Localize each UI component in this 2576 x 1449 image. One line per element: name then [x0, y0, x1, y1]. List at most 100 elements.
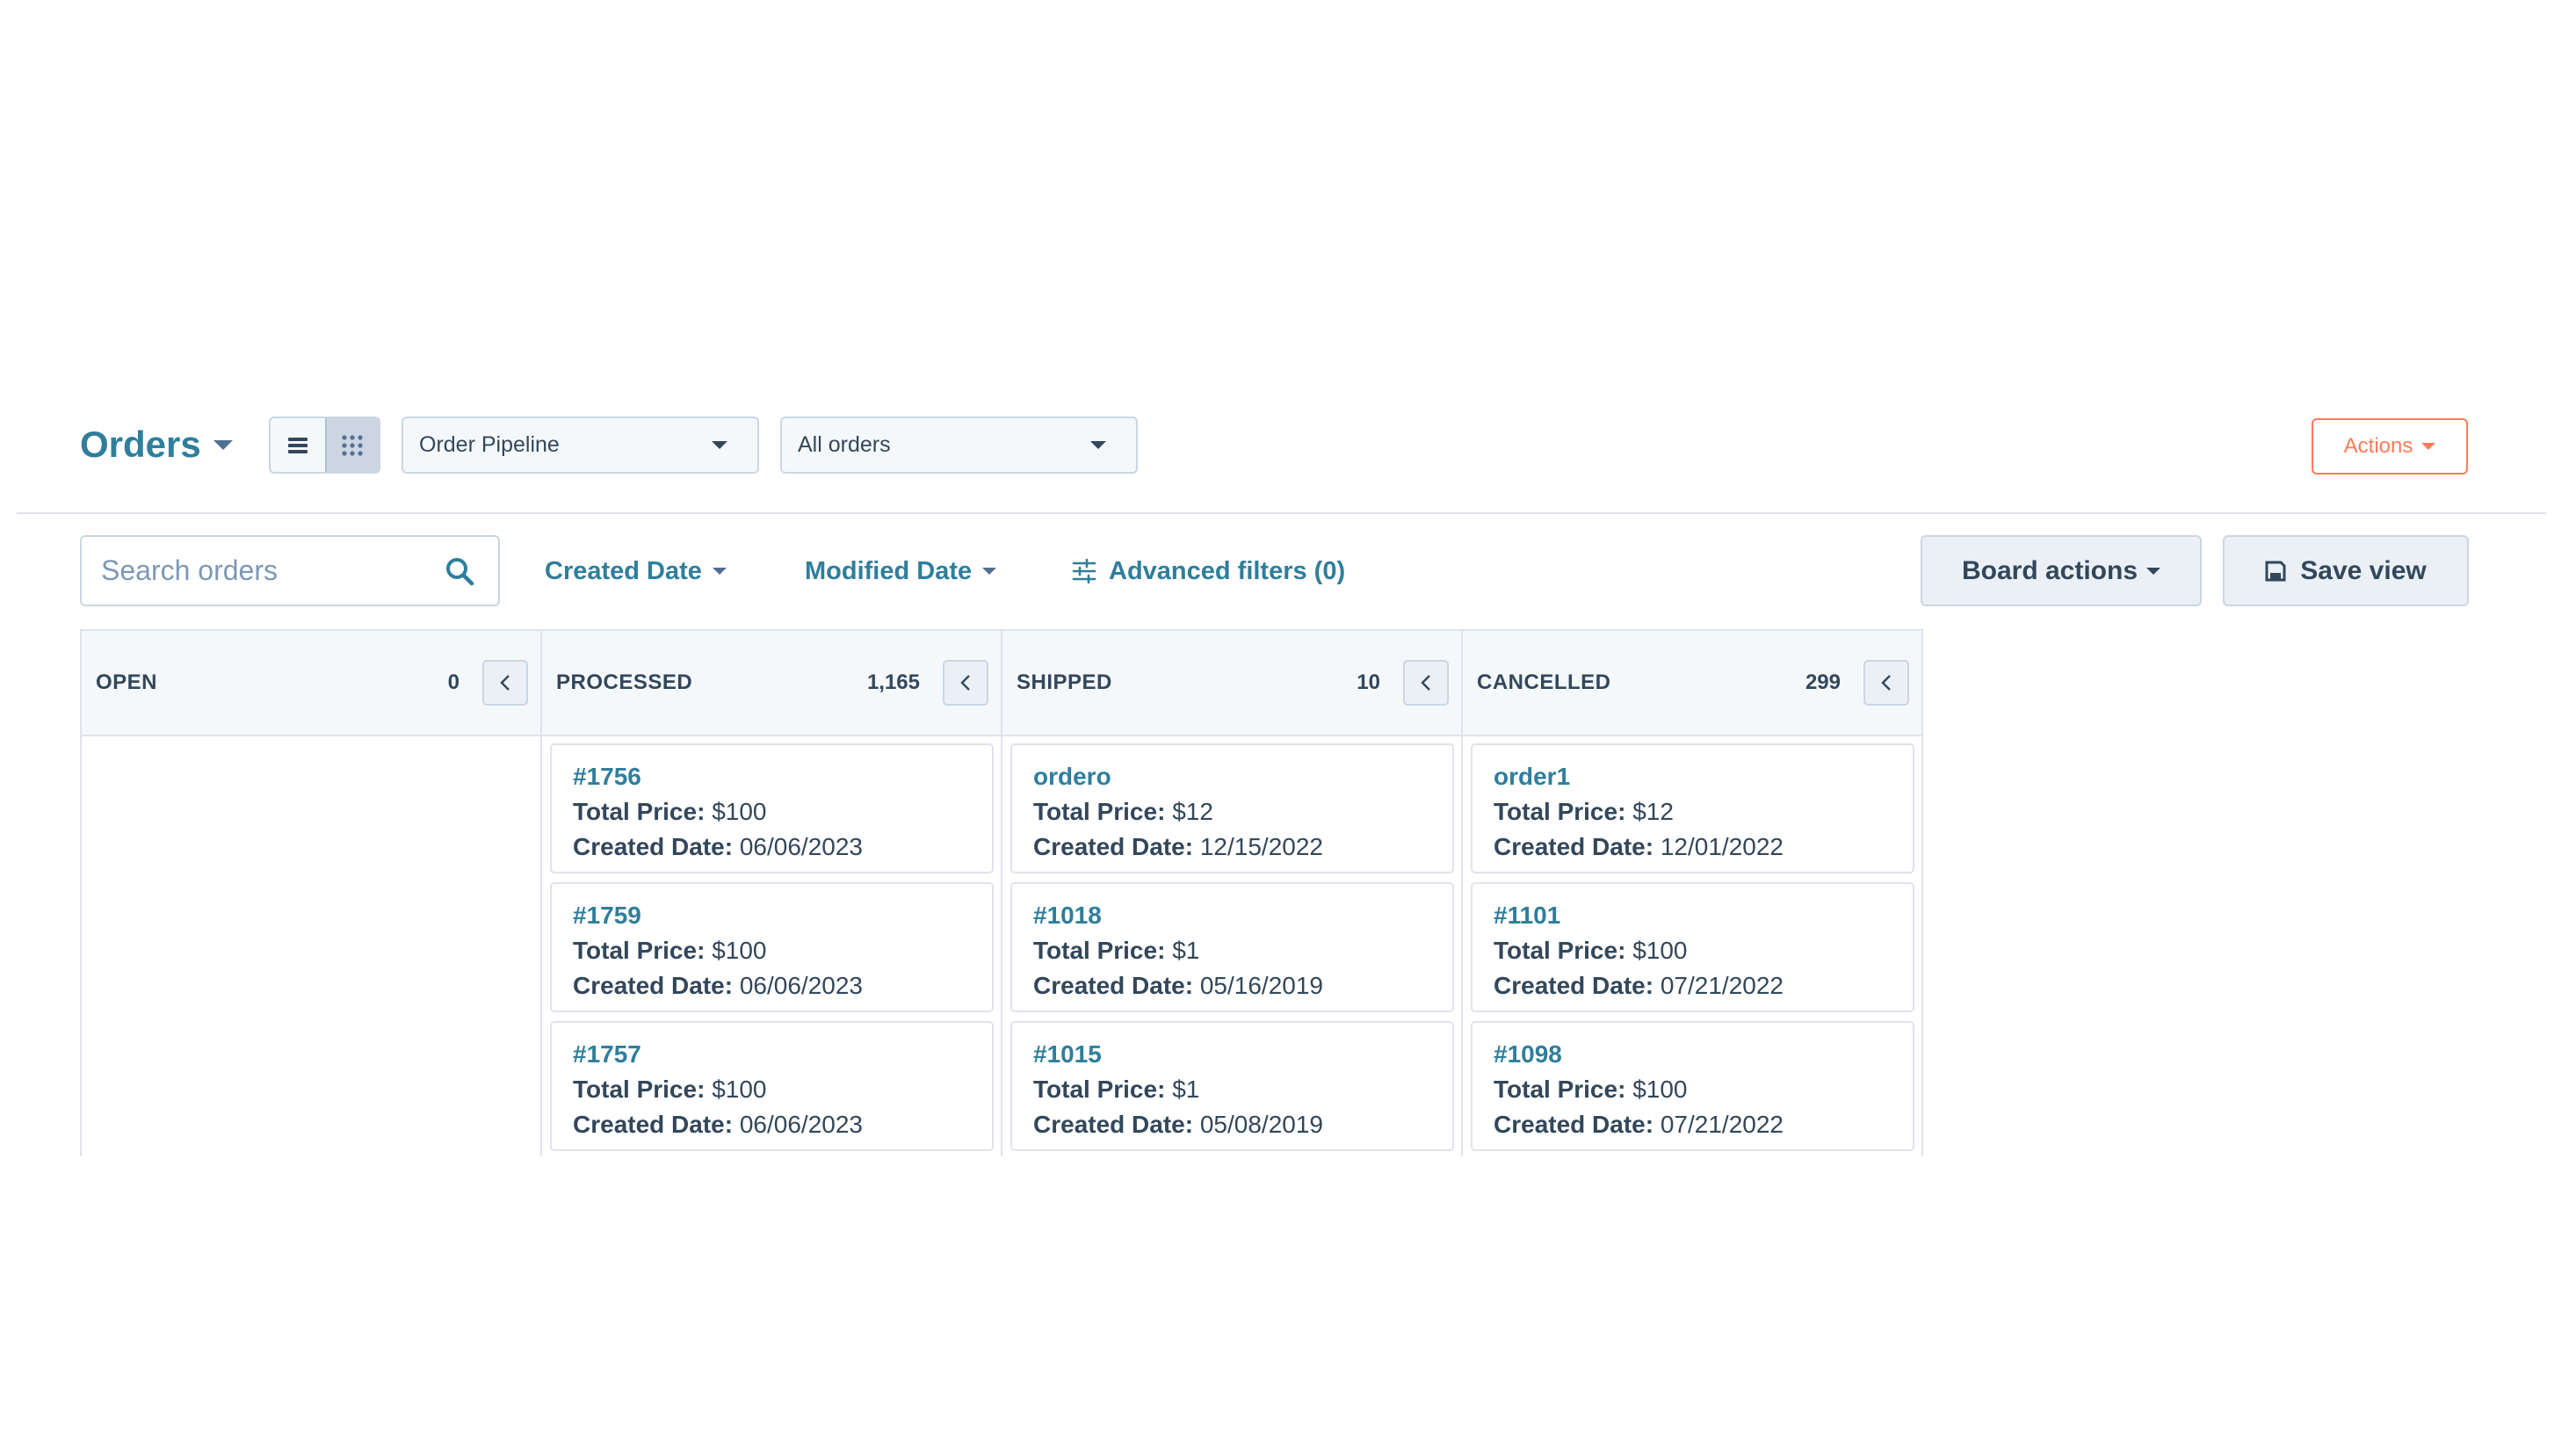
- pipeline-select[interactable]: Order Pipeline: [402, 417, 759, 474]
- order-created-date: Created Date: 06/06/2023: [573, 833, 863, 860]
- order-card[interactable]: #1757 Total Price: $100 Created Date: 06…: [550, 1021, 994, 1151]
- pipeline-board: OPEN 0 PROCESSED 1,165 #1756 Total Price…: [80, 629, 1928, 1156]
- modified-date-filter[interactable]: Modified Date: [805, 547, 997, 596]
- column-header: SHIPPED 10: [1002, 631, 1461, 736]
- actions-label: Actions: [2343, 434, 2413, 458]
- column-name: SHIPPED: [1017, 670, 1112, 694]
- created-date-filter-label: Created Date: [545, 556, 702, 585]
- column-header: PROCESSED 1,165: [542, 631, 1001, 736]
- page-title-dropdown[interactable]: Orders: [80, 424, 233, 466]
- order-card[interactable]: #1101 Total Price: $100 Created Date: 07…: [1471, 882, 1914, 1012]
- column-body: order1 Total Price: $12 Created Date: 12…: [1463, 736, 1921, 1151]
- board-column-shipped: SHIPPED 10 ordero Total Price: $12 Creat…: [1001, 629, 1463, 1156]
- column-name: CANCELLED: [1477, 670, 1611, 694]
- caret-down-icon: [712, 568, 727, 575]
- search-box: [80, 535, 500, 606]
- pipeline-select-value: Order Pipeline: [419, 432, 560, 457]
- column-header: CANCELLED 299: [1463, 631, 1921, 736]
- order-card-title[interactable]: #1757: [573, 1037, 971, 1072]
- order-card[interactable]: #1759 Total Price: $100 Created Date: 06…: [550, 882, 994, 1012]
- order-created-date: Created Date: 07/21/2022: [1494, 1111, 1784, 1138]
- order-card-title[interactable]: #1756: [573, 759, 971, 794]
- order-card-title[interactable]: #1018: [1033, 898, 1431, 933]
- board-actions-label: Board actions: [1961, 555, 2138, 585]
- view-select[interactable]: All orders: [780, 417, 1138, 474]
- caret-down-icon: [2421, 443, 2436, 450]
- order-created-date: Created Date: 05/08/2019: [1033, 1111, 1323, 1138]
- list-view-button[interactable]: [271, 418, 325, 472]
- order-total-price: Total Price: $100: [1494, 937, 1688, 964]
- created-date-filter[interactable]: Created Date: [545, 547, 727, 596]
- column-count: 10: [1357, 670, 1380, 694]
- column-name: PROCESSED: [556, 670, 693, 694]
- order-total-price: Total Price: $1: [1033, 937, 1200, 964]
- search-input[interactable]: [101, 554, 417, 587]
- modified-date-filter-label: Modified Date: [805, 556, 973, 585]
- order-card-title[interactable]: #1098: [1494, 1037, 1892, 1072]
- board-column-cancelled: CANCELLED 299 order1 Total Price: $12 Cr…: [1461, 629, 1923, 1156]
- search-icon[interactable]: [444, 555, 475, 587]
- caret-down-icon: [1090, 441, 1106, 449]
- order-created-date: Created Date: 12/01/2022: [1494, 833, 1784, 860]
- sliders-icon: [1072, 559, 1096, 583]
- chevron-left-icon: [1421, 675, 1430, 691]
- save-view-button[interactable]: Save view: [2223, 535, 2469, 606]
- collapse-column-button[interactable]: [482, 660, 528, 706]
- list-view-icon: [287, 437, 308, 453]
- column-count: 0: [447, 670, 459, 694]
- floppy-disk-icon: [2265, 561, 2286, 581]
- column-header: OPEN 0: [82, 631, 540, 736]
- advanced-filters-label: Advanced filters (0): [1109, 556, 1346, 585]
- grid-view-icon: [342, 434, 363, 456]
- order-card-title[interactable]: #1101: [1494, 898, 1892, 933]
- order-card-title[interactable]: order1: [1494, 759, 1892, 794]
- column-body: [82, 736, 540, 743]
- order-total-price: Total Price: $12: [1494, 798, 1674, 825]
- order-total-price: Total Price: $100: [573, 937, 767, 964]
- view-select-value: All orders: [798, 432, 891, 457]
- order-card[interactable]: order1 Total Price: $12 Created Date: 12…: [1471, 743, 1914, 873]
- board-actions-button[interactable]: Board actions: [1921, 535, 2202, 606]
- chevron-left-icon: [960, 675, 970, 691]
- board-view-button[interactable]: [324, 418, 379, 472]
- order-created-date: Created Date: 06/06/2023: [573, 972, 863, 999]
- order-card[interactable]: #1015 Total Price: $1 Created Date: 05/0…: [1010, 1021, 1454, 1151]
- chevron-left-icon: [1881, 675, 1891, 691]
- caret-down-icon: [982, 568, 997, 575]
- view-toggle: [269, 417, 380, 474]
- order-created-date: Created Date: 05/16/2019: [1033, 972, 1323, 999]
- header-divider: [17, 512, 2546, 514]
- order-total-price: Total Price: $12: [1033, 798, 1213, 825]
- order-card[interactable]: ordero Total Price: $12 Created Date: 12…: [1010, 743, 1454, 873]
- order-card[interactable]: #1756 Total Price: $100 Created Date: 06…: [550, 743, 994, 873]
- caret-down-icon: [213, 439, 233, 450]
- order-card[interactable]: #1098 Total Price: $100 Created Date: 07…: [1471, 1021, 1914, 1151]
- chevron-left-icon: [500, 675, 510, 691]
- board-column-processed: PROCESSED 1,165 #1756 Total Price: $100 …: [540, 629, 1002, 1156]
- board-column-open: OPEN 0: [80, 629, 542, 1156]
- column-count: 299: [1805, 670, 1841, 694]
- order-card-title[interactable]: ordero: [1033, 759, 1431, 794]
- column-body: ordero Total Price: $12 Created Date: 12…: [1002, 736, 1461, 1151]
- order-card[interactable]: #1018 Total Price: $1 Created Date: 05/1…: [1010, 882, 1454, 1012]
- order-total-price: Total Price: $100: [1494, 1076, 1688, 1103]
- column-count: 1,165: [866, 670, 920, 694]
- actions-button[interactable]: Actions: [2312, 418, 2468, 475]
- order-card-title[interactable]: #1759: [573, 898, 971, 933]
- collapse-column-button[interactable]: [943, 660, 988, 706]
- advanced-filters-button[interactable]: Advanced filters (0): [1072, 547, 1345, 596]
- order-created-date: Created Date: 06/06/2023: [573, 1111, 863, 1138]
- collapse-column-button[interactable]: [1863, 660, 1909, 706]
- order-total-price: Total Price: $1: [1033, 1076, 1200, 1103]
- order-total-price: Total Price: $100: [573, 1076, 767, 1103]
- order-card-title[interactable]: #1015: [1033, 1037, 1431, 1072]
- caret-down-icon: [712, 441, 727, 449]
- order-created-date: Created Date: 12/15/2022: [1033, 833, 1323, 860]
- column-name: OPEN: [96, 670, 158, 694]
- caret-down-icon: [2146, 567, 2161, 575]
- order-total-price: Total Price: $100: [573, 798, 767, 825]
- column-body: #1756 Total Price: $100 Created Date: 06…: [542, 736, 1001, 1151]
- page-title: Orders: [80, 424, 201, 465]
- collapse-column-button[interactable]: [1403, 660, 1449, 706]
- save-view-label: Save view: [2300, 555, 2427, 585]
